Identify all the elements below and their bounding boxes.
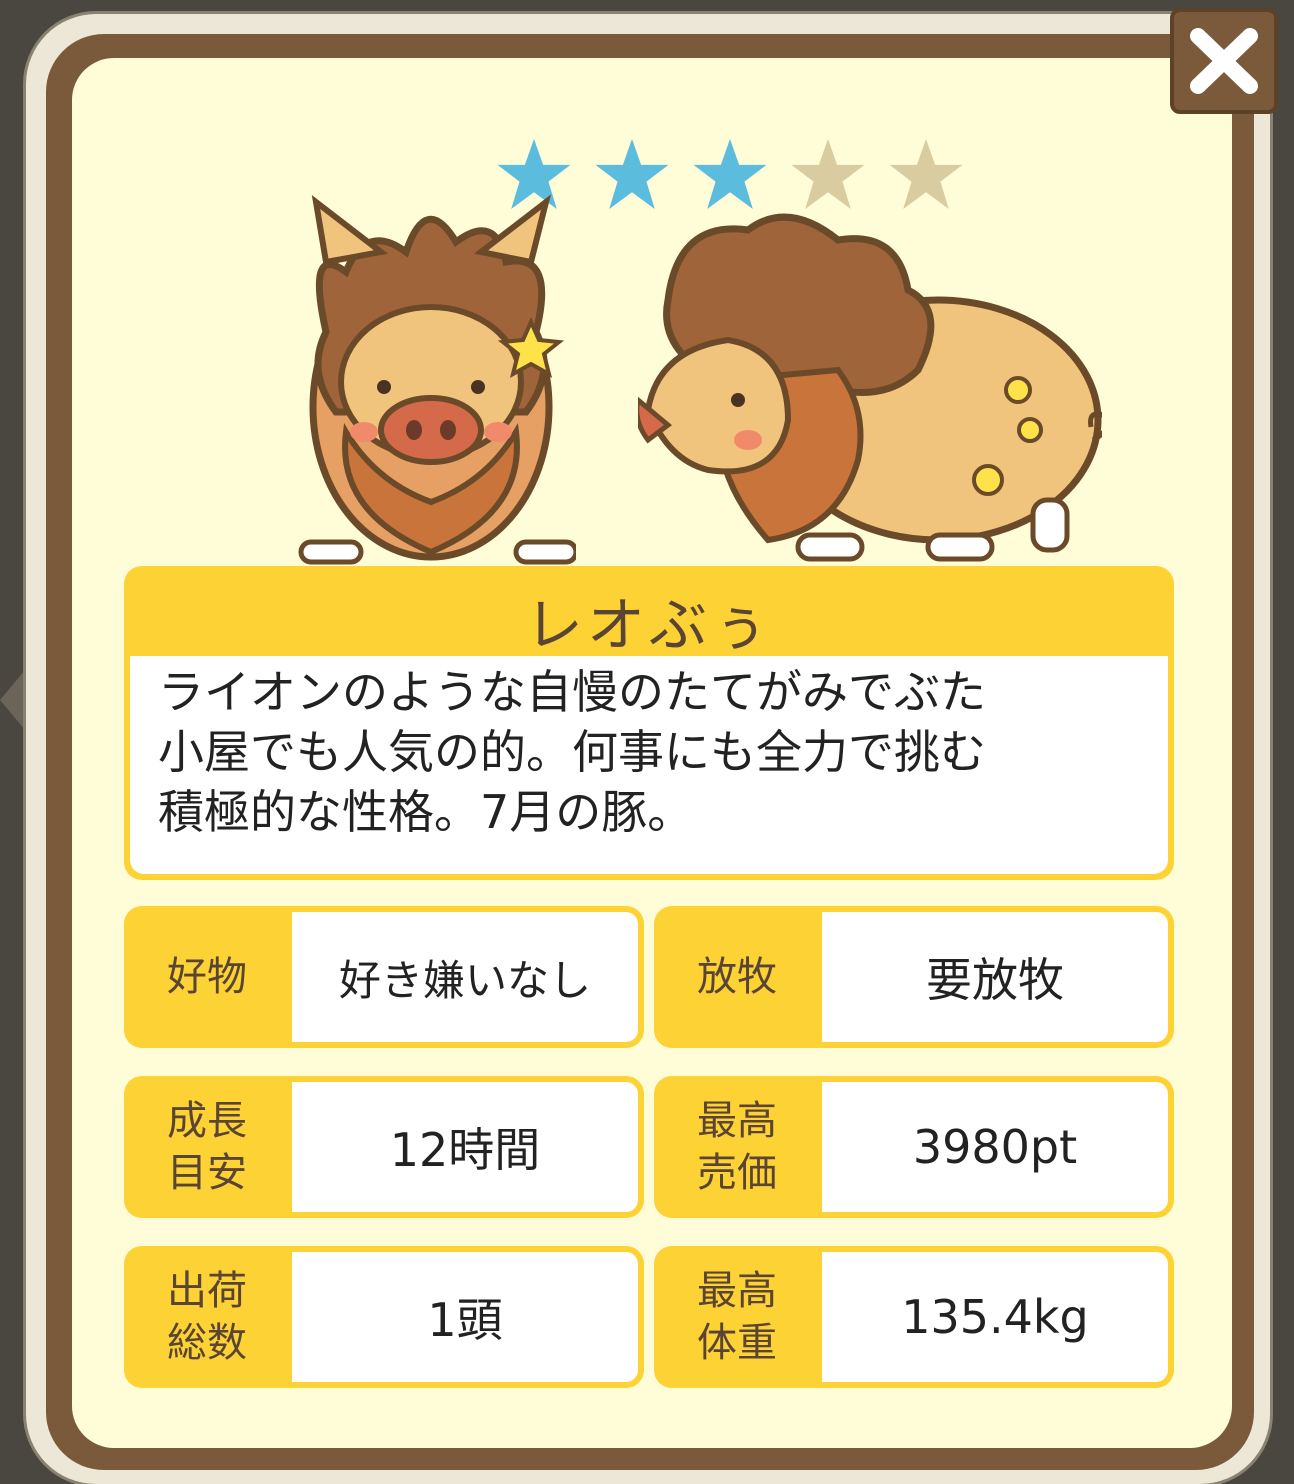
- description-line-1: ライオンのような自慢のたてがみでぶた: [158, 665, 986, 719]
- stat-label: 放牧: [697, 954, 777, 1000]
- stat-grazing: 放牧 要放牧: [654, 906, 1174, 1048]
- pig-side-illustration: [638, 213, 1102, 562]
- stat-shipped-total: 出荷 総数 1頭: [124, 1246, 644, 1388]
- stat-label: 好物: [167, 954, 247, 1000]
- description-line-3: 積極的な性格。7月の豚。: [158, 785, 694, 839]
- stat-label: 成長 目安: [167, 1098, 247, 1196]
- stat-value: 3980pt: [822, 1082, 1168, 1212]
- stat-max-price: 最高 売価 3980pt: [654, 1076, 1174, 1218]
- stat-growth-time: 成長 目安 12時間: [124, 1076, 644, 1218]
- stat-label: 出荷 総数: [167, 1268, 247, 1366]
- close-button[interactable]: [1170, 8, 1278, 114]
- pig-detail-card: レオぶぅ ライオンのような自慢のたてがみでぶた 小屋でも人気の的。何事にも全力で…: [72, 58, 1232, 1448]
- stat-value: 135.4kg: [822, 1252, 1168, 1382]
- stat-value: 好き嫌いなし: [292, 912, 638, 1042]
- stat-max-weight: 最高 体重 135.4kg: [654, 1246, 1174, 1388]
- pig-front-illustration: [298, 194, 576, 565]
- close-icon: [1190, 28, 1258, 94]
- pig-description: ライオンのような自慢のたてがみでぶた 小屋でも人気の的。何事にも全力で挑む 積極…: [130, 656, 1168, 874]
- stat-value: 12時間: [292, 1082, 638, 1212]
- stat-label: 最高 体重: [697, 1268, 777, 1366]
- stat-favorite-food: 好物 好き嫌いなし: [124, 906, 644, 1048]
- pig-name: レオぶぅ: [524, 591, 773, 659]
- stat-label: 最高 売価: [697, 1098, 777, 1196]
- stat-value: 1頭: [292, 1252, 638, 1382]
- pig-info-panel: レオぶぅ ライオンのような自慢のたてがみでぶた 小屋でも人気の的。何事にも全力で…: [124, 566, 1174, 880]
- description-line-2: 小屋でも人気の的。何事にも全力で挑む: [158, 725, 986, 779]
- stat-value: 要放牧: [822, 912, 1168, 1042]
